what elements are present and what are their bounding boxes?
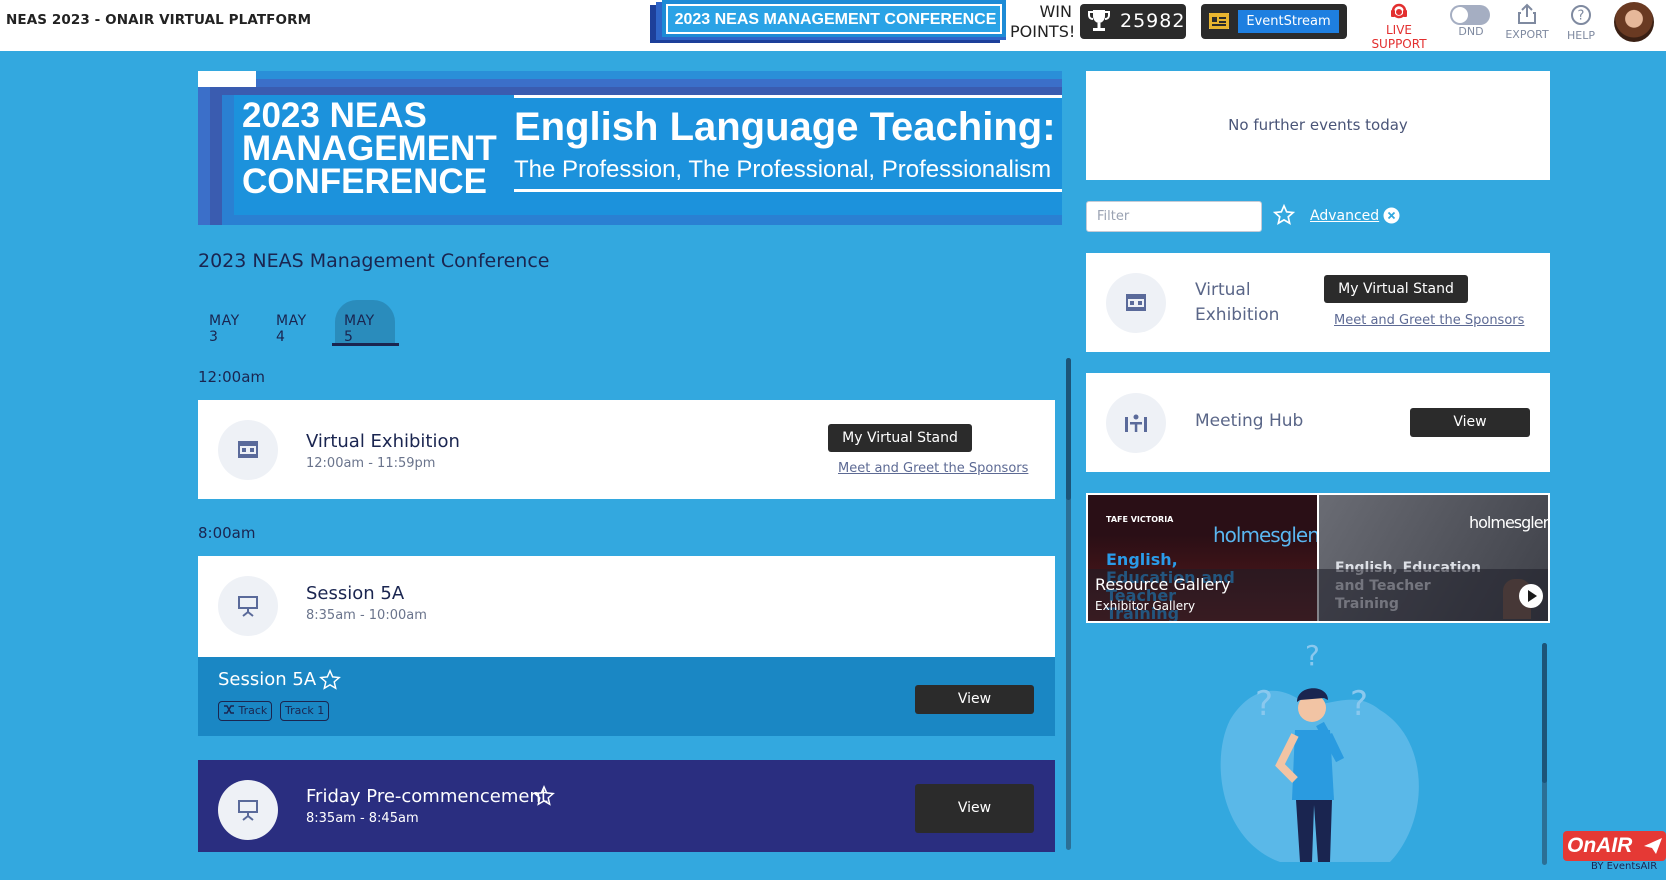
sidebar-virtual-exhibition-card[interactable]: Virtual Exhibition My Virtual Stand Meet… [1086, 253, 1550, 352]
paper-plane-icon [1644, 838, 1662, 854]
conference-badge[interactable]: 2023 NEAS MANAGEMENT CONFERENCE [650, 0, 1010, 46]
top-bar: NEAS 2023 - ONAIR VIRTUAL PLATFORM 2023 … [0, 0, 1666, 51]
id-card-icon [1209, 13, 1229, 29]
track-1-tag[interactable]: Track 1 [280, 701, 330, 721]
sidebar-scrollbar-thumb[interactable] [1542, 643, 1547, 783]
tab-may-3[interactable]: MAY 3 [209, 313, 240, 345]
meeting-hub-view-button[interactable]: View [1410, 408, 1530, 437]
event-card-session-5a[interactable]: Session 5A 8:35am - 10:00am [198, 556, 1055, 657]
presentation-board-icon [238, 800, 258, 821]
session-tags: Track Track 1 [218, 701, 418, 723]
sidebar-exhibition-title: Virtual Exhibition [1195, 280, 1280, 325]
event-title: Friday Pre-commencement [306, 786, 548, 807]
meeting-table-icon [1125, 414, 1147, 432]
time-group-label: 12:00am [198, 368, 266, 386]
svg-text:?: ? [1255, 684, 1273, 724]
onair-brand: OnAIR [1567, 834, 1633, 857]
onair-logo: OnAIR BY EventsAIR [1563, 831, 1666, 872]
exhibition-booth-icon [1126, 294, 1146, 311]
dnd-label: DND [1458, 25, 1484, 38]
time-group-label: 8:00am [198, 524, 256, 542]
session-detail-bar[interactable]: Session 5A Track Track 1 View [198, 657, 1055, 736]
resource-gallery[interactable]: TAFE VICTORIA holmesglen English, Educat… [1086, 493, 1550, 623]
event-card-virtual-exhibition[interactable]: Virtual Exhibition 12:00am - 11:59pm My … [198, 400, 1055, 499]
session-icon-circle [218, 780, 278, 840]
no-events-card: No further events today [1086, 71, 1550, 180]
svg-text:?: ? [1578, 9, 1585, 24]
tab-may-4[interactable]: MAY 4 [276, 313, 307, 345]
no-events-text: No further events today [1228, 116, 1408, 134]
meeting-hub-card[interactable]: Meeting Hub View [1086, 373, 1550, 472]
tafe-logo: TAFE VICTORIA [1106, 515, 1174, 524]
meeting-icon-circle [1106, 393, 1166, 453]
dnd-switch[interactable] [1450, 5, 1490, 25]
conference-banner: 2023 NEAS MANAGEMENT CONFERENCE English … [198, 71, 1062, 225]
conference-badge-label: 2023 NEAS MANAGEMENT CONFERENCE [674, 11, 997, 28]
play-icon[interactable] [1518, 583, 1544, 609]
question-circle-icon: ? [1571, 5, 1591, 25]
gallery-title: Resource Gallery [1095, 575, 1231, 594]
app-title: NEAS 2023 - ONAIR VIRTUAL PLATFORM [6, 12, 312, 28]
help-label: HELP [1567, 29, 1595, 42]
confused-person-illustration: ? ? ? [1220, 640, 1419, 862]
live-support-label: LIVE SUPPORT [1371, 23, 1427, 51]
banner-left-title: 2023 NEAS MANAGEMENT CONFERENCE [242, 96, 497, 201]
view-session-button[interactable]: View [915, 685, 1034, 714]
holmesglen-logo: holmesglen [1213, 523, 1317, 547]
clear-filter-icon[interactable] [1383, 207, 1400, 224]
presentation-board-icon [238, 596, 258, 617]
track-tag[interactable]: Track [218, 701, 273, 721]
svg-text:?: ? [1305, 640, 1320, 672]
filter-input[interactable]: Filter [1086, 201, 1262, 232]
banner-right-subtitle: The Profession, The Professional, Profes… [514, 156, 1052, 183]
conference-name: 2023 NEAS Management Conference [198, 250, 550, 272]
export-label: EXPORT [1505, 28, 1549, 41]
exhibition-booth-icon [238, 441, 258, 458]
headset-icon [1391, 3, 1407, 19]
points-value: 25982 [1120, 10, 1186, 32]
eventstream-button[interactable]: EventStream [1238, 10, 1339, 33]
event-card-friday-pre-commencement[interactable]: Friday Pre-commencement 8:35am - 8:45am … [198, 760, 1055, 852]
eventstream-widget[interactable]: EventStream [1201, 4, 1347, 39]
meet-sponsors-link[interactable]: Meet and Greet the Sponsors [838, 461, 1028, 476]
share-icon [1518, 3, 1536, 24]
trophy-icon [1088, 10, 1110, 31]
event-title: Virtual Exhibition [306, 431, 460, 452]
event-time: 8:35am - 8:45am [306, 811, 419, 826]
schedule-scrollbar-thumb[interactable] [1066, 358, 1071, 500]
user-avatar[interactable] [1614, 2, 1654, 42]
star-outline-icon[interactable] [533, 785, 555, 807]
view-friday-button[interactable]: View [915, 784, 1034, 833]
gallery-subtitle: Exhibitor Gallery [1095, 599, 1196, 613]
meeting-hub-title: Meeting Hub [1195, 411, 1304, 431]
star-outline-icon[interactable] [319, 669, 341, 691]
active-tab-indicator [332, 343, 399, 346]
svg-text:?: ? [1350, 684, 1368, 724]
tab-may-5[interactable]: MAY 5 [344, 313, 375, 345]
help-button[interactable]: ? HELP [1556, 0, 1606, 42]
session-title: Session 5A [218, 669, 317, 690]
event-time: 12:00am - 11:59pm [306, 456, 436, 471]
session-icon-circle [218, 576, 278, 636]
sidebar-meet-sponsors-link[interactable]: Meet and Greet the Sponsors [1334, 313, 1524, 328]
sidebar-my-virtual-stand-button[interactable]: My Virtual Stand [1324, 275, 1468, 303]
live-support-button[interactable]: LIVE SUPPORT [1364, 0, 1434, 51]
points-counter[interactable]: 25982 [1080, 4, 1186, 39]
favorites-star-icon[interactable] [1273, 204, 1295, 226]
win-points-label: WIN POINTS! [1010, 2, 1076, 41]
shuffle-icon [224, 705, 234, 714]
advanced-filter-link[interactable]: Advanced [1310, 208, 1379, 224]
holmesglen-logo: holmesglen [1469, 513, 1548, 532]
exhibition-icon-circle [218, 420, 278, 480]
event-time: 8:35am - 10:00am [306, 608, 427, 623]
banner-right-title: English Language Teaching: [514, 105, 1056, 149]
exhibition-icon-circle [1106, 273, 1166, 333]
eventsair-label: BY EventsAIR [1591, 861, 1658, 872]
event-title: Session 5A [306, 583, 405, 604]
my-virtual-stand-button[interactable]: My Virtual Stand [828, 424, 972, 452]
export-button[interactable]: EXPORT [1502, 0, 1552, 41]
